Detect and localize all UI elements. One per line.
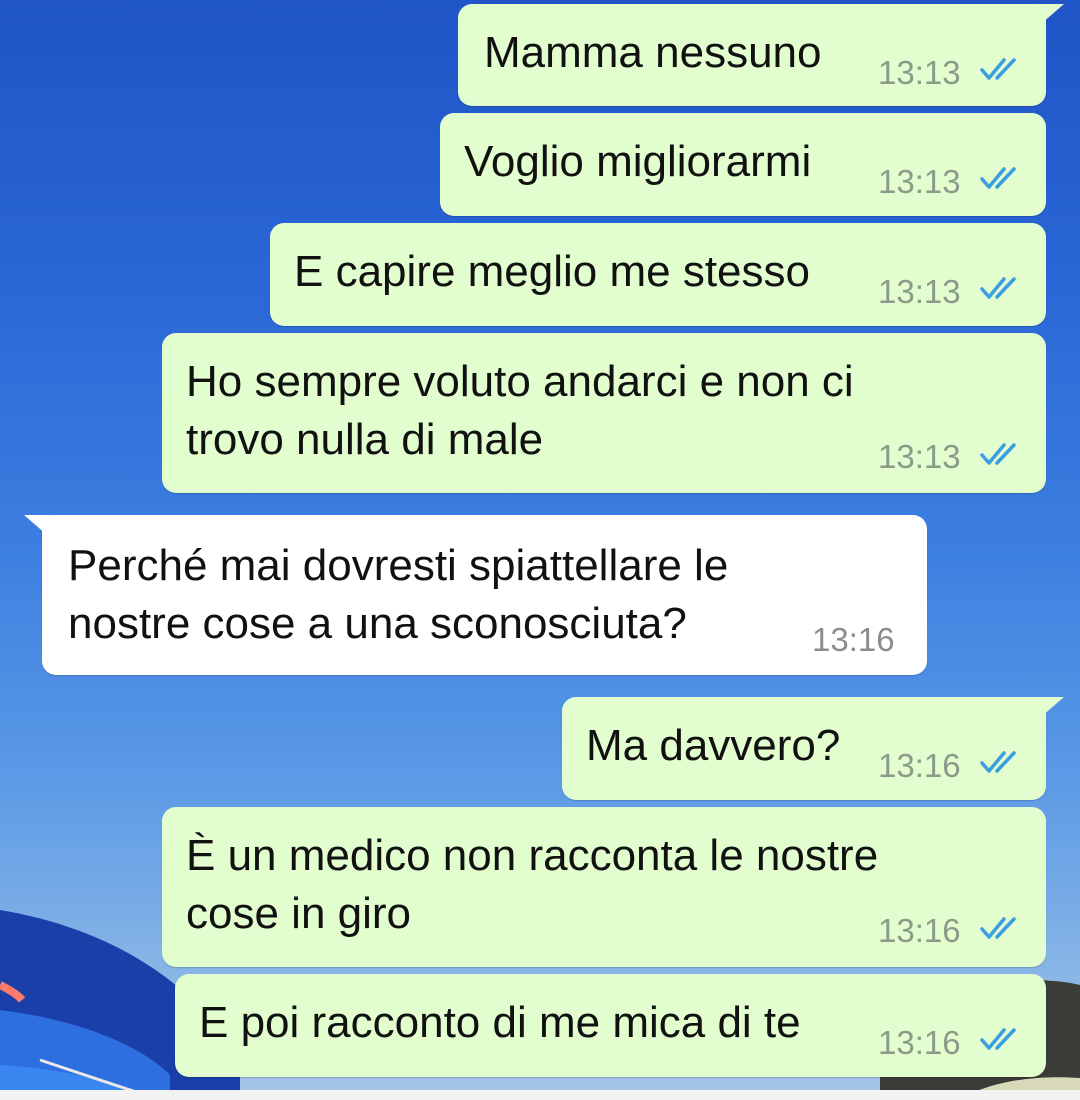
message-time: 13:16 — [878, 912, 961, 949]
message-bubble-incoming[interactable]: Perché mai dovresti spiattellare le nost… — [24, 515, 927, 675]
double-check-icon — [980, 917, 1016, 939]
message-bubble-outgoing[interactable]: Mamma nessuno 13:13 — [458, 4, 1064, 106]
double-check-icon — [980, 751, 1016, 773]
message-text: Perché mai dovresti spiattellare le nost… — [68, 541, 729, 648]
message-bubble-outgoing[interactable]: E capire meglio me stesso 13:13 — [270, 223, 1046, 326]
message-bubble-outgoing[interactable]: E poi racconto di me mica di te 13:16 — [175, 974, 1046, 1077]
message-bubble-outgoing[interactable]: Ho sempre voluto andarci e non ci trovo … — [162, 333, 1046, 493]
message-time: 13:16 — [878, 747, 961, 784]
message-text: E capire meglio me stesso — [294, 247, 810, 296]
message-bubble-outgoing[interactable]: È un medico non racconta le nostre cose … — [162, 807, 1046, 967]
double-check-icon — [980, 167, 1016, 189]
message-time: 13:13 — [878, 163, 961, 200]
message-time: 13:13 — [878, 273, 961, 310]
message-time: 13:16 — [878, 1024, 961, 1061]
double-check-icon — [980, 277, 1016, 299]
message-bubble-outgoing[interactable]: Voglio migliorarmi 13:13 — [440, 113, 1046, 216]
message-time: 13:13 — [878, 54, 961, 91]
message-text: Voglio migliorarmi — [464, 137, 812, 186]
bubble-tail — [1034, 697, 1064, 723]
message-text: Ma davvero? — [586, 721, 841, 770]
message-time: 13:13 — [878, 438, 961, 475]
message-bubble-outgoing[interactable]: Ma davvero? 13:16 — [562, 697, 1064, 800]
double-check-icon — [980, 1028, 1016, 1050]
message-text: E poi racconto di me mica di te — [199, 998, 801, 1047]
bubble-tail — [24, 515, 54, 541]
message-text: Ho sempre voluto andarci e non ci trovo … — [186, 357, 854, 464]
double-check-icon — [980, 443, 1016, 465]
bubble-tail — [1034, 4, 1064, 30]
message-text: Mamma nessuno — [484, 28, 822, 77]
message-text: È un medico non racconta le nostre cose … — [186, 831, 879, 938]
message-time: 13:16 — [812, 621, 895, 658]
double-check-icon — [980, 58, 1016, 80]
